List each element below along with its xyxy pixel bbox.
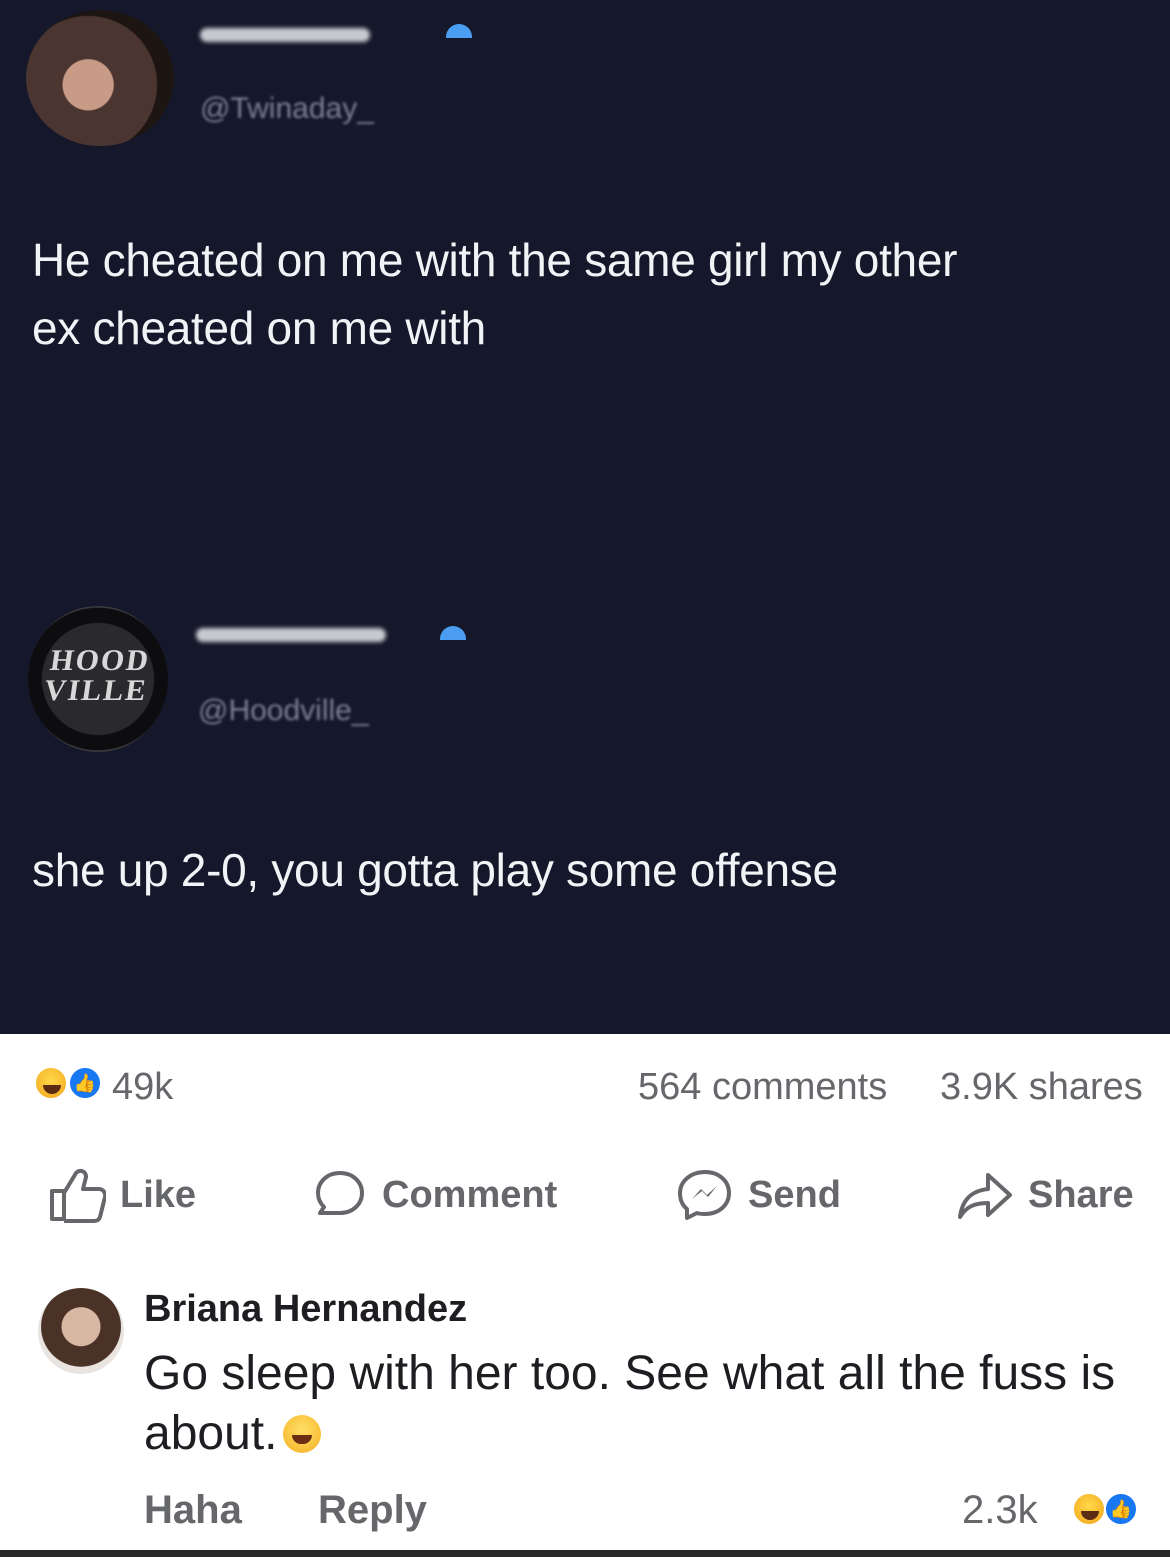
speech-bubble-icon	[312, 1167, 368, 1223]
comment-reaction-count[interactable]: 2.3k	[962, 1488, 1038, 1533]
tweet2-text: she up 2-0, you gotta play some offense	[32, 844, 838, 896]
comment-like-reaction-icon: 👍	[1104, 1492, 1138, 1526]
messenger-icon	[676, 1166, 734, 1224]
tweet2-avatar[interactable]: HOOD VILLE	[28, 606, 168, 752]
tweet2-verified-icon	[440, 626, 466, 640]
comment-text: Go sleep with her too. See what all the …	[144, 1344, 1154, 1464]
commenter-avatar[interactable]	[38, 1288, 124, 1374]
haha-link[interactable]: Haha	[144, 1488, 242, 1533]
tweet1-text-line2: ex cheated on me with	[32, 302, 486, 354]
tweet1-handle: @Twinaday_	[200, 92, 374, 125]
tweet2-display-name	[196, 628, 386, 642]
tweet1-verified-icon	[446, 24, 472, 38]
tweet-screenshot: @Twinaday_ He cheated on me with the sam…	[0, 0, 1170, 1034]
tweet1-text: He cheated on me with the same girl my o…	[32, 226, 957, 362]
comment-button[interactable]: Comment	[312, 1160, 557, 1230]
reactions-count[interactable]: 49k	[112, 1066, 173, 1109]
send-label: Send	[748, 1173, 841, 1216]
laughing-emoji-icon	[283, 1415, 322, 1453]
commenter-name[interactable]: Briana Hernandez	[144, 1288, 467, 1331]
like-reaction-icon[interactable]: 👍	[68, 1066, 102, 1100]
share-arrow-icon	[954, 1167, 1014, 1223]
like-button[interactable]: Like	[46, 1160, 196, 1230]
shares-count[interactable]: 3.9K shares	[940, 1066, 1143, 1109]
send-button[interactable]: Send	[676, 1160, 841, 1230]
like-label: Like	[120, 1173, 197, 1216]
tweet2-handle: @Hoodville_	[198, 694, 369, 727]
post-stats-row: 👍 49k 564 comments 3.9K shares	[0, 1056, 1170, 1116]
thumbs-up-icon	[46, 1167, 106, 1223]
share-button[interactable]: Share	[954, 1160, 1134, 1230]
tweet1-display-name	[200, 28, 370, 42]
comment-label: Comment	[382, 1173, 558, 1216]
reply-link[interactable]: Reply	[318, 1488, 427, 1533]
bottom-edge	[0, 1550, 1170, 1557]
hoodville-logo: HOOD VILLE	[41, 644, 153, 707]
share-label: Share	[1028, 1173, 1134, 1216]
tweet1-text-line1: He cheated on me with the same girl my o…	[32, 234, 958, 286]
comment-item: Briana Hernandez Go sleep with her too. …	[0, 1280, 1170, 1550]
post-actions: Like Comment Send Share	[0, 1160, 1170, 1230]
haha-emoji-icon[interactable]	[34, 1066, 68, 1100]
comment-haha-emoji-icon	[1072, 1492, 1106, 1526]
tweet1-avatar[interactable]	[26, 10, 174, 146]
comments-count[interactable]: 564 comments	[638, 1066, 887, 1109]
